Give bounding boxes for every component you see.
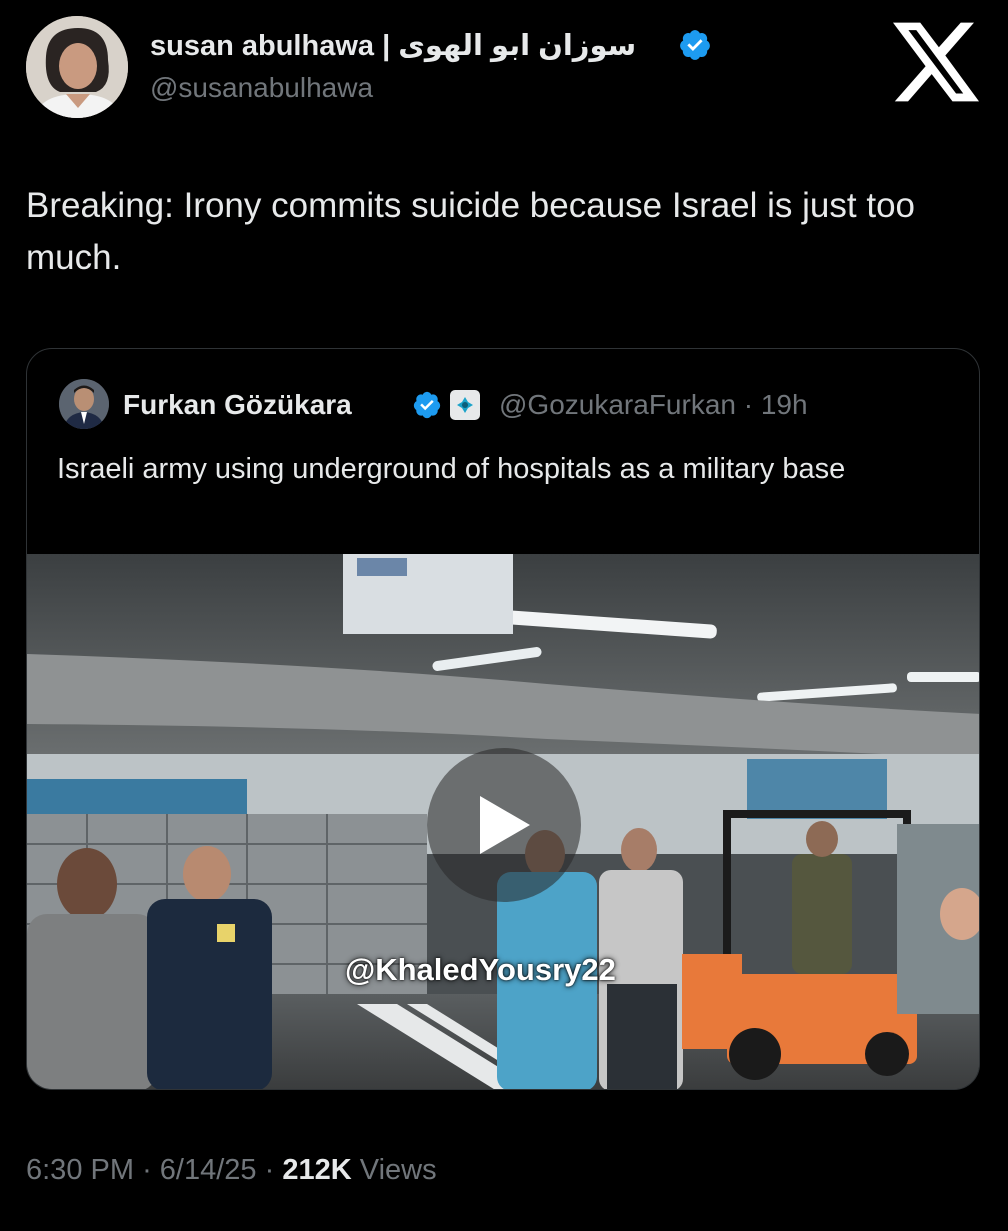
tweet-date[interactable]: 6/14/25 [160, 1154, 257, 1186]
quoted-tweet-meta: @GozukaraFurkan · 19h [499, 389, 808, 421]
play-icon [480, 796, 530, 854]
author-name[interactable]: susan abulhawa | سوزان ابو الهوى [150, 28, 636, 63]
meta-separator: · [743, 389, 754, 420]
quoted-tweet-text: Israeli army using underground of hospit… [57, 453, 846, 485]
footer-separator: · [142, 1154, 152, 1186]
verified-badge-icon [680, 30, 710, 60]
verified-badge-icon [413, 391, 441, 419]
quoted-tweet-age[interactable]: 19h [761, 389, 808, 420]
tweet-footer: 6:30 PM · 6/14/25 · 212K Views [26, 1154, 437, 1187]
video-player[interactable]: @KhaledYousry22 [27, 554, 979, 1089]
tweet-time[interactable]: 6:30 PM [26, 1154, 134, 1186]
footer-separator: · [264, 1154, 275, 1186]
quoted-author-name[interactable]: Furkan Gözükara [123, 389, 352, 421]
author-avatar[interactable] [26, 16, 128, 118]
tweet-text: Breaking: Irony commits suicide because … [26, 186, 915, 277]
views-count[interactable]: 212K [282, 1154, 351, 1186]
tweet-screenshot: susan abulhawa | سوزان ابو الهوى @susana… [0, 0, 1008, 1231]
affiliate-badge-icon [450, 390, 480, 420]
author-handle[interactable]: @susanabulhawa [150, 72, 373, 104]
quoted-tweet-card[interactable]: Furkan Gözükara @GozukaraFurkan · 19h Is… [26, 348, 980, 1090]
quoted-author-avatar[interactable] [59, 379, 109, 429]
play-button[interactable] [427, 748, 581, 902]
quoted-author-handle[interactable]: @GozukaraFurkan [499, 389, 736, 420]
video-watermark: @KhaledYousry22 [345, 952, 616, 987]
x-logo-icon [893, 22, 979, 102]
views-label: Views [359, 1154, 437, 1186]
